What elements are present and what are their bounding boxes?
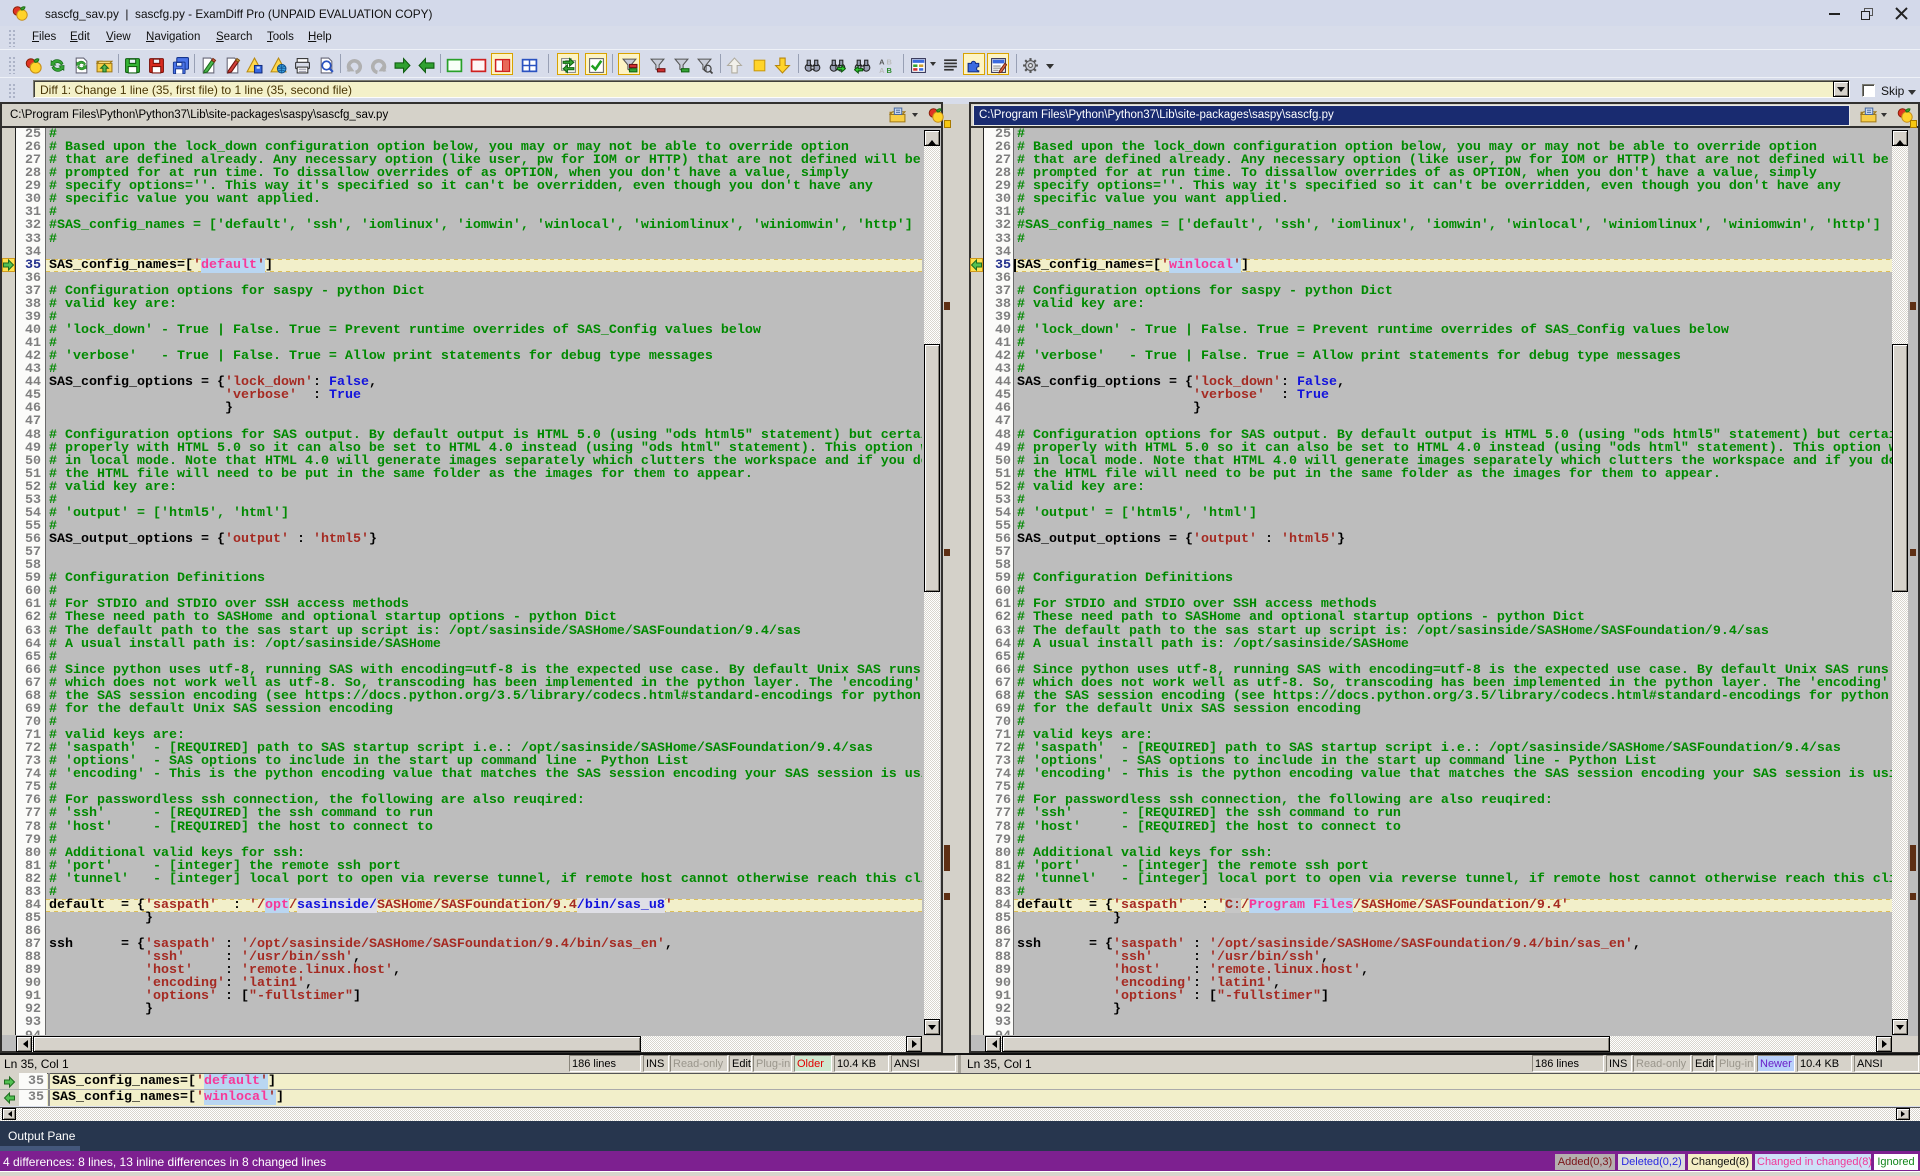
svg-text:B: B	[887, 66, 893, 74]
svg-text:A: A	[879, 66, 885, 74]
